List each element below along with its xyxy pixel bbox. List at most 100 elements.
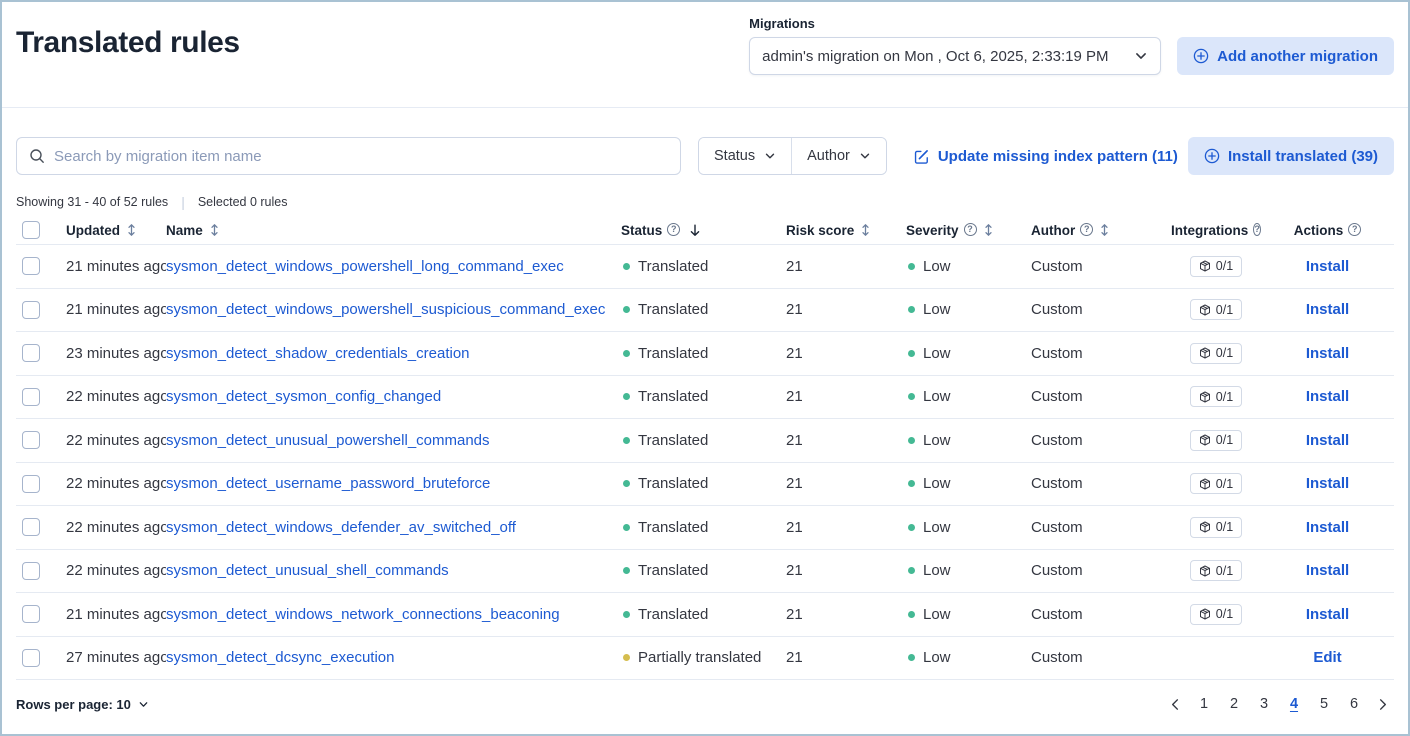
updated-cell: 21 minutes ago — [66, 606, 166, 623]
severity-cell: Low — [906, 606, 1031, 623]
rule-name-link[interactable]: sysmon_detect_unusual_powershell_command… — [166, 432, 490, 449]
chevron-down-icon — [1134, 49, 1148, 63]
integrations-badge[interactable]: 0/1 — [1190, 517, 1242, 538]
column-header-status[interactable]: Status ? — [621, 223, 786, 238]
updated-cell: 22 minutes ago — [66, 519, 166, 536]
integrations-badge[interactable]: 0/1 — [1190, 256, 1242, 277]
action-link[interactable]: Install — [1306, 606, 1349, 623]
rows-per-page-button[interactable]: Rows per page: 10 — [16, 697, 149, 712]
column-header-updated[interactable]: Updated — [66, 223, 166, 238]
install-translated-button[interactable]: Install translated (39) — [1188, 137, 1394, 175]
rule-name-link[interactable]: sysmon_detect_shadow_credentials_creatio… — [166, 345, 470, 362]
toolbar: Status Author Update missing index patte… — [16, 137, 1394, 175]
action-link[interactable]: Install — [1306, 258, 1349, 275]
rule-name-link[interactable]: sysmon_detect_sysmon_config_changed — [166, 388, 441, 405]
column-header-author[interactable]: Author ? — [1031, 223, 1171, 238]
table-row: 22 minutes ago sysmon_detect_windows_def… — [16, 505, 1394, 549]
action-link[interactable]: Install — [1306, 432, 1349, 449]
rule-name-link[interactable]: sysmon_detect_windows_powershell_long_co… — [166, 258, 564, 275]
rule-name-link[interactable]: sysmon_detect_windows_network_connection… — [166, 606, 560, 623]
action-link[interactable]: Install — [1306, 388, 1349, 405]
severity-cell: Low — [906, 519, 1031, 536]
row-checkbox[interactable] — [22, 518, 40, 536]
page-button-6[interactable]: 6 — [1341, 691, 1367, 717]
integrations-badge[interactable]: 0/1 — [1190, 386, 1242, 407]
question-circle-icon[interactable]: ? — [1253, 223, 1261, 236]
integrations-cell: 0/1 — [1171, 299, 1261, 320]
status-cell: Translated — [621, 519, 786, 536]
status-cell: Translated — [621, 432, 786, 449]
search-box — [16, 137, 681, 175]
integrations-count: 0/1 — [1216, 346, 1233, 360]
integrations-badge[interactable]: 0/1 — [1190, 604, 1242, 625]
row-checkbox-cell — [16, 562, 66, 580]
rule-name-link[interactable]: sysmon_detect_username_password_brutefor… — [166, 475, 490, 492]
row-checkbox[interactable] — [22, 301, 40, 319]
risk-score-cell: 21 — [786, 388, 906, 405]
column-label: Name — [166, 223, 203, 238]
integrations-count: 0/1 — [1216, 607, 1233, 621]
status-cell: Partially translated — [621, 649, 786, 666]
integrations-badge[interactable]: 0/1 — [1190, 299, 1242, 320]
column-header-risk-score[interactable]: Risk score — [786, 223, 906, 238]
severity-label: Low — [923, 649, 951, 666]
row-checkbox[interactable] — [22, 475, 40, 493]
actions-cell: Install — [1261, 301, 1394, 318]
column-header-severity[interactable]: Severity ? — [906, 223, 1031, 238]
action-link[interactable]: Install — [1306, 345, 1349, 362]
severity-dot — [908, 437, 915, 444]
column-label: Updated — [66, 223, 120, 238]
page-button-5[interactable]: 5 — [1311, 691, 1337, 717]
row-checkbox[interactable] — [22, 562, 40, 580]
rule-name-link[interactable]: sysmon_detect_windows_powershell_suspici… — [166, 301, 605, 318]
severity-dot — [908, 480, 915, 487]
translated-rules-page: Translated rules Migrations admin's migr… — [0, 0, 1410, 736]
row-checkbox[interactable] — [22, 388, 40, 406]
question-circle-icon[interactable]: ? — [964, 223, 977, 236]
select-all-checkbox[interactable] — [22, 221, 40, 239]
severity-label: Low — [923, 345, 951, 362]
action-link[interactable]: Edit — [1313, 649, 1341, 666]
install-translated-label: Install translated (39) — [1228, 148, 1378, 165]
row-checkbox[interactable] — [22, 344, 40, 362]
integrations-cell: 0/1 — [1171, 386, 1261, 407]
package-icon — [1199, 391, 1211, 403]
integrations-badge[interactable]: 0/1 — [1190, 560, 1242, 581]
integrations-badge[interactable]: 0/1 — [1190, 473, 1242, 494]
integrations-badge[interactable]: 0/1 — [1190, 430, 1242, 451]
rule-name-link[interactable]: sysmon_detect_dcsync_execution — [166, 649, 394, 666]
sortable-icon — [208, 223, 221, 237]
search-input[interactable] — [54, 148, 668, 165]
update-index-pattern-label: Update missing index pattern (11) — [938, 148, 1178, 165]
integrations-badge[interactable]: 0/1 — [1190, 343, 1242, 364]
action-link[interactable]: Install — [1306, 475, 1349, 492]
row-checkbox[interactable] — [22, 431, 40, 449]
question-circle-icon[interactable]: ? — [1348, 223, 1361, 236]
row-checkbox[interactable] — [22, 257, 40, 275]
status-label: Translated — [638, 519, 708, 536]
status-dot — [623, 263, 630, 270]
page-button-1[interactable]: 1 — [1191, 691, 1217, 717]
author-filter-button[interactable]: Author — [791, 138, 886, 174]
row-checkbox[interactable] — [22, 605, 40, 623]
column-header-name[interactable]: Name — [166, 223, 621, 238]
status-filter-button[interactable]: Status — [699, 138, 791, 174]
author-cell: Custom — [1031, 649, 1171, 666]
question-circle-icon[interactable]: ? — [1080, 223, 1093, 236]
page-button-3[interactable]: 3 — [1251, 691, 1277, 717]
next-page-button[interactable] — [1371, 693, 1394, 716]
add-migration-button[interactable]: Add another migration — [1177, 37, 1394, 75]
rule-name-link[interactable]: sysmon_detect_unusual_shell_commands — [166, 562, 449, 579]
action-link[interactable]: Install — [1306, 562, 1349, 579]
row-checkbox[interactable] — [22, 649, 40, 667]
rule-name-link[interactable]: sysmon_detect_windows_defender_av_switch… — [166, 519, 516, 536]
author-cell: Custom — [1031, 562, 1171, 579]
page-button-2[interactable]: 2 — [1221, 691, 1247, 717]
page-button-4[interactable]: 4 — [1281, 691, 1307, 717]
migration-select[interactable]: admin's migration on Mon , Oct 6, 2025, … — [749, 37, 1161, 75]
action-link[interactable]: Install — [1306, 519, 1349, 536]
previous-page-button[interactable] — [1164, 693, 1187, 716]
question-circle-icon[interactable]: ? — [667, 223, 680, 236]
update-index-pattern-button[interactable]: Update missing index pattern (11) — [913, 148, 1178, 165]
action-link[interactable]: Install — [1306, 301, 1349, 318]
